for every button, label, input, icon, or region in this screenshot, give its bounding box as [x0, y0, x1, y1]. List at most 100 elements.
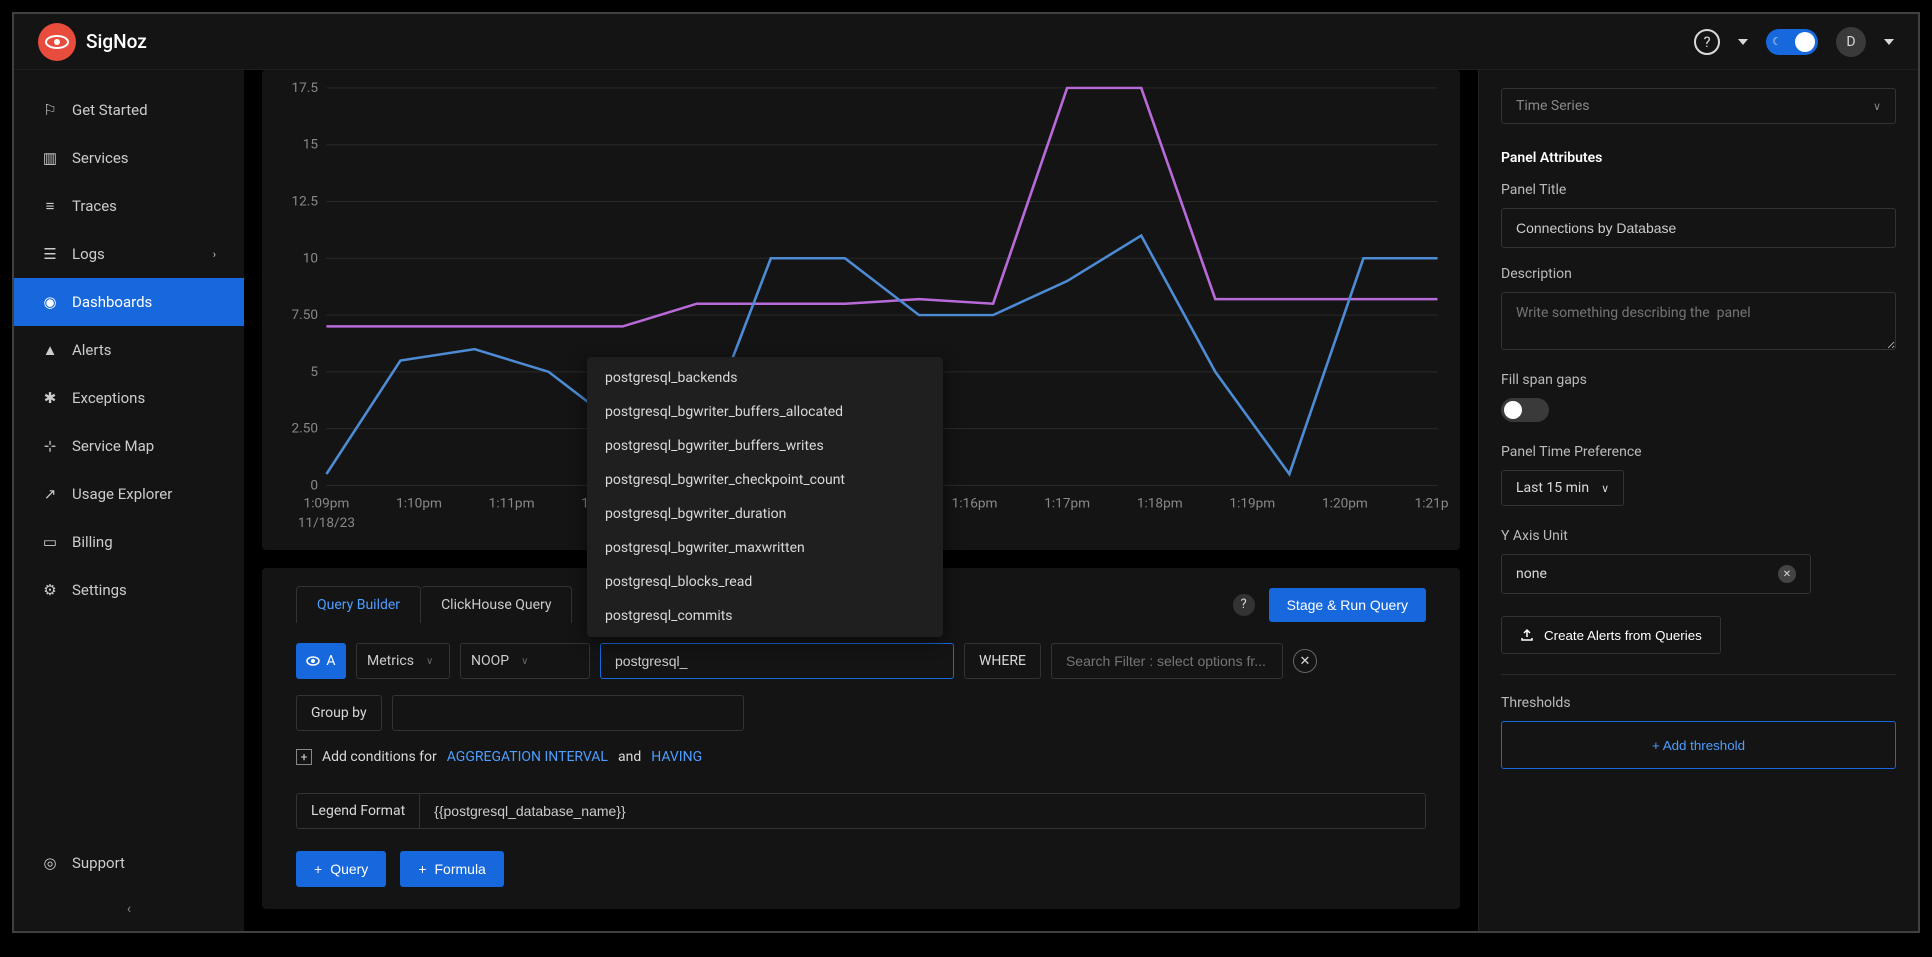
add-threshold-button[interactable]: + Add threshold: [1501, 721, 1896, 769]
svg-text:1:16pm: 1:16pm: [952, 497, 998, 512]
logo-icon: [38, 23, 76, 61]
sidebar-item-billing[interactable]: ▭Billing: [14, 518, 244, 566]
chevron-down-icon: ∨: [521, 656, 528, 667]
visualization-type-select[interactable]: Time Series ∨: [1501, 88, 1896, 124]
svg-text:0: 0: [310, 479, 318, 494]
where-label: WHERE: [964, 643, 1041, 679]
autocomplete-item[interactable]: postgresql_bgwriter_buffers_writes: [587, 429, 943, 463]
clear-yaxis-icon[interactable]: ✕: [1778, 565, 1796, 583]
source-select[interactable]: Metrics∨: [356, 643, 450, 679]
svg-text:1:17pm: 1:17pm: [1044, 497, 1090, 512]
sidebar-item-alerts[interactable]: ▲Alerts: [14, 326, 244, 374]
sidebar-item-usage-explorer[interactable]: ↗Usage Explorer: [14, 470, 244, 518]
legend-format-label: Legend Format: [296, 793, 420, 829]
create-alerts-button[interactable]: Create Alerts from Queries: [1501, 616, 1721, 654]
svg-text:1:18pm: 1:18pm: [1137, 497, 1183, 512]
toggle-knob: [1795, 32, 1815, 52]
list-icon: ≡: [42, 197, 58, 215]
remove-query-button[interactable]: ✕: [1293, 649, 1317, 673]
chevron-right-icon: ›: [213, 248, 216, 261]
filter-input[interactable]: [1051, 643, 1283, 679]
autocomplete-dropdown: postgresql_backendspostgresql_bgwriter_b…: [587, 357, 943, 637]
autocomplete-item[interactable]: postgresql_blocks_read: [587, 565, 943, 599]
sidebar-collapse-button[interactable]: ‹: [14, 887, 244, 931]
moon-icon: ☾: [1772, 35, 1782, 48]
logs-icon: ☰: [42, 245, 58, 263]
sidebar-item-service-map[interactable]: ⊹Service Map: [14, 422, 244, 470]
autocomplete-item[interactable]: postgresql_bgwriter_checkpoint_count: [587, 463, 943, 497]
export-icon: [1520, 628, 1534, 642]
autocomplete-item[interactable]: postgresql_commits: [587, 599, 943, 633]
sidebar-item-traces[interactable]: ≡Traces: [14, 182, 244, 230]
svg-text:5: 5: [310, 365, 318, 380]
tab-clickhouse[interactable]: ClickHouse Query: [421, 586, 572, 623]
card-icon: ▭: [42, 533, 58, 551]
svg-text:15: 15: [303, 138, 318, 153]
svg-text:17.5: 17.5: [291, 81, 318, 96]
panel-title-label: Panel Title: [1501, 182, 1896, 198]
legend-format-input[interactable]: [420, 793, 1426, 829]
query-visibility-toggle[interactable]: A: [296, 643, 346, 679]
svg-text:1:21pm: 1:21pm: [1415, 497, 1448, 512]
sidebar: ⚐Get Started ▥Services ≡Traces ☰Logs› ◉D…: [14, 70, 244, 931]
eye-icon: [306, 656, 320, 666]
query-help-icon[interactable]: ?: [1233, 594, 1255, 616]
alert-icon: ▲: [42, 341, 58, 359]
logo[interactable]: SigNoz: [38, 23, 147, 61]
sidebar-item-dashboards[interactable]: ◉Dashboards: [14, 278, 244, 326]
svg-text:2.50: 2.50: [291, 422, 318, 437]
svg-text:1:09pm: 1:09pm: [303, 497, 349, 512]
group-by-input[interactable]: [392, 695, 744, 731]
chevron-down-icon: ∨: [426, 656, 433, 667]
avatar[interactable]: D: [1836, 27, 1866, 57]
autocomplete-item[interactable]: postgresql_bgwriter_duration: [587, 497, 943, 531]
chevron-down-icon: ∨: [1601, 482, 1609, 495]
sidebar-item-exceptions[interactable]: ✱Exceptions: [14, 374, 244, 422]
fill-gaps-toggle[interactable]: [1501, 398, 1549, 422]
add-condition-icon[interactable]: +: [296, 749, 312, 765]
gear-icon: ⚙: [42, 581, 58, 599]
yaxis-unit-label: Y Axis Unit: [1501, 528, 1896, 544]
add-query-button[interactable]: +Query: [296, 851, 386, 887]
panel-attributes-heading: Panel Attributes: [1501, 150, 1896, 166]
time-preference-select[interactable]: Last 15 min ∨: [1501, 470, 1624, 506]
sidebar-item-get-started[interactable]: ⚐Get Started: [14, 86, 244, 134]
svg-text:1:19pm: 1:19pm: [1229, 497, 1275, 512]
sidebar-item-services[interactable]: ▥Services: [14, 134, 244, 182]
flag-icon: ⚐: [42, 101, 58, 119]
conditions-text: Add conditions for: [322, 749, 437, 765]
svg-text:7.50: 7.50: [291, 308, 318, 323]
theme-toggle[interactable]: ☾: [1766, 29, 1818, 55]
tab-query-builder[interactable]: Query Builder: [296, 586, 421, 623]
aggregation-interval-link[interactable]: AGGREGATION INTERVAL: [447, 749, 608, 765]
thresholds-label: Thresholds: [1501, 695, 1896, 711]
panel-title-input[interactable]: [1501, 208, 1896, 248]
svg-text:10: 10: [303, 252, 318, 267]
plus-icon: +: [314, 861, 322, 877]
fill-gaps-label: Fill span gaps: [1501, 372, 1896, 388]
autocomplete-item[interactable]: postgresql_backends: [587, 361, 943, 395]
sidebar-item-logs[interactable]: ☰Logs›: [14, 230, 244, 278]
description-textarea[interactable]: [1501, 292, 1896, 350]
svg-text:1:20pm: 1:20pm: [1322, 497, 1368, 512]
sidebar-item-support[interactable]: ◎Support: [14, 839, 244, 887]
group-by-label: Group by: [296, 695, 382, 731]
metric-input[interactable]: [600, 643, 954, 679]
time-pref-label: Panel Time Preference: [1501, 444, 1896, 460]
yaxis-unit-select[interactable]: none ✕: [1501, 554, 1811, 594]
autocomplete-item[interactable]: postgresql_bgwriter_buffers_allocated: [587, 395, 943, 429]
query-panel: Query Builder ClickHouse Query ? Stage &…: [262, 568, 1460, 909]
bars-icon: ▥: [42, 149, 58, 167]
svg-text:1:10pm: 1:10pm: [396, 497, 442, 512]
add-formula-button[interactable]: +Formula: [400, 851, 504, 887]
user-dropdown-caret[interactable]: [1884, 39, 1894, 45]
autocomplete-item[interactable]: postgresql_bgwriter_maxwritten: [587, 531, 943, 565]
sidebar-item-settings[interactable]: ⚙Settings: [14, 566, 244, 614]
help-icon[interactable]: ?: [1694, 29, 1720, 55]
brand-name: SigNoz: [86, 30, 147, 53]
help-dropdown-caret[interactable]: [1738, 39, 1748, 45]
having-link[interactable]: HAVING: [651, 749, 702, 765]
aggregation-select[interactable]: NOOP∨: [460, 643, 590, 679]
exception-icon: ✱: [42, 389, 58, 407]
stage-run-button[interactable]: Stage & Run Query: [1269, 588, 1426, 622]
